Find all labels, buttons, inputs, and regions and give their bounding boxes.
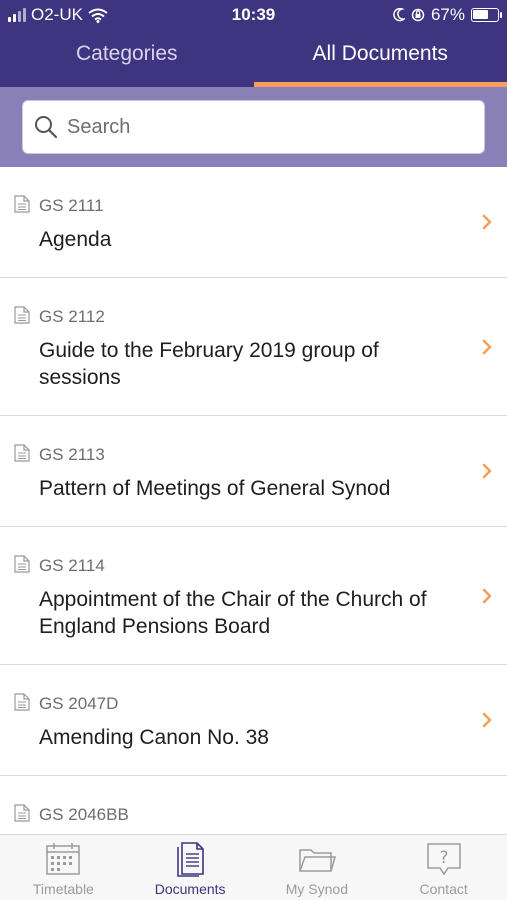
battery-percent: 67%	[430, 5, 465, 24]
document-title: Pattern of Meetings of General Synod	[39, 477, 391, 500]
chevron-right-icon	[482, 339, 492, 354]
nav-label: Documents	[154, 881, 226, 897]
document-title: Amending Canon No. 38	[39, 726, 269, 749]
battery-icon	[471, 8, 502, 22]
search-bar-area	[0, 87, 507, 167]
document-code: GS 2047D	[39, 694, 119, 713]
list-item[interactable]: GS 2111 Agenda	[0, 167, 507, 278]
chevron-right-icon	[482, 463, 492, 479]
search-icon	[35, 116, 58, 139]
nav-label: My Synod	[285, 881, 348, 897]
folder-icon	[299, 849, 336, 872]
calendar-icon	[46, 843, 81, 875]
nav-my-synod[interactable]: My Synod	[254, 835, 381, 900]
document-icon	[14, 195, 30, 213]
help-bubble-icon: ?	[426, 843, 461, 876]
chevron-right-icon	[482, 214, 492, 230]
list-item[interactable]: GS 2046BB	[0, 776, 507, 834]
nav-label: Timetable	[32, 881, 94, 897]
moon-icon	[393, 8, 405, 22]
document-icon	[14, 444, 30, 462]
search-box[interactable]	[22, 100, 485, 154]
document-icon	[14, 693, 30, 711]
app-header: O2-UK 10:39 67% Categories All Documents	[0, 0, 507, 87]
tab-all-documents[interactable]: All Documents	[253, 30, 507, 87]
list-item[interactable]: GS 2114 Appointment of the Chair of the …	[0, 527, 507, 665]
bottom-nav: Timetable Documents My Synod ? Contact	[0, 834, 507, 900]
document-title: Appointment of the Chair of the Church o…	[39, 588, 427, 638]
status-bar: O2-UK 10:39 67%	[0, 0, 507, 30]
documents-list: GS 2111 Agenda GS 2112 Guide to the Febr…	[0, 167, 507, 834]
document-title: Guide to the February 2019 group of sess…	[39, 339, 379, 389]
rotation-lock-icon	[411, 8, 425, 22]
status-right: 67%	[393, 5, 502, 25]
document-code: GS 2046BB	[39, 805, 129, 824]
document-icon	[14, 306, 30, 324]
nav-timetable[interactable]: Timetable	[0, 835, 127, 900]
document-icon	[14, 804, 30, 822]
search-input[interactable]	[67, 115, 467, 139]
list-item[interactable]: GS 2113 Pattern of Meetings of General S…	[0, 416, 507, 527]
document-code: GS 2112	[39, 307, 105, 326]
nav-contact[interactable]: ? Contact	[380, 835, 507, 900]
chevron-right-icon	[482, 588, 492, 603]
nav-documents[interactable]: Documents	[127, 835, 254, 900]
svg-text:?: ?	[439, 848, 448, 868]
tab-bar: Categories All Documents	[0, 30, 507, 87]
document-code: GS 2113	[39, 445, 105, 464]
tab-categories[interactable]: Categories	[0, 30, 254, 87]
nav-label: Contact	[419, 881, 468, 897]
document-title: Agenda	[39, 228, 112, 251]
list-item[interactable]: GS 2112 Guide to the February 2019 group…	[0, 278, 507, 416]
list-item[interactable]: GS 2047D Amending Canon No. 38	[0, 665, 507, 776]
document-code: GS 2111	[39, 196, 104, 215]
documents-icon	[177, 842, 204, 877]
document-code: GS 2114	[39, 556, 105, 575]
chevron-right-icon	[482, 712, 492, 728]
document-icon	[14, 555, 30, 573]
